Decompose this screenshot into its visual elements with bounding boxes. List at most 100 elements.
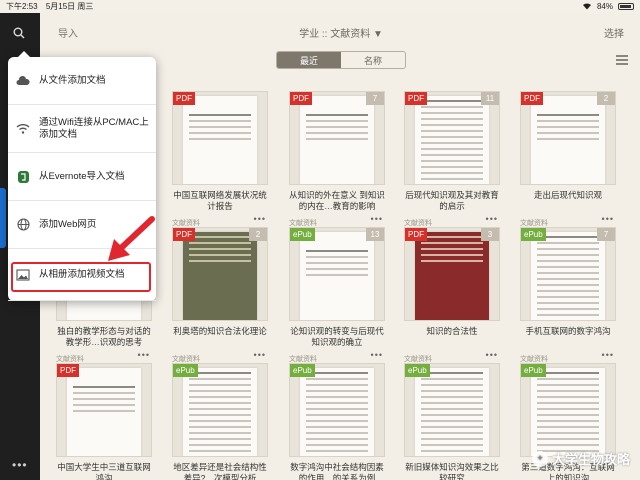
document-thumbnail[interactable]: PDF 2 [172, 227, 268, 321]
text-line [537, 372, 599, 374]
text-line [189, 384, 251, 386]
document-thumbnail[interactable]: ePub [289, 363, 385, 457]
page-preview [183, 368, 257, 456]
select-button[interactable]: 选择 [604, 25, 624, 40]
page-preview [531, 96, 605, 184]
text-line [189, 254, 251, 256]
text-line [306, 408, 368, 410]
document-card[interactable]: ePub 地区差异还是社会结构性差异?…次模型分析 [172, 363, 268, 480]
document-card[interactable]: ePub 7 手机互联网的数字鸿沟 文献资料 ••• [520, 227, 616, 363]
document-thumbnail[interactable]: PDF [172, 91, 268, 185]
document-card[interactable]: ePub 13 论知识观的转变与后现代知识观的确立 文献资料 ••• [289, 227, 385, 363]
text-line [306, 420, 368, 422]
document-card[interactable]: PDF 7 从知识的外在意义 到知识的内在…教育的影响 文献资料 ••• [289, 91, 385, 227]
text-line [189, 236, 251, 238]
document-thumbnail[interactable]: PDF 7 [289, 91, 385, 185]
text-line [421, 260, 483, 262]
menu-item-evernote[interactable]: 从Evernote导入文档 [8, 153, 156, 201]
menu-item-wifi[interactable]: 通过Wifi连接从PC/MAC上添加文档 [8, 105, 156, 153]
page-preview [415, 96, 489, 184]
text-line [189, 432, 251, 434]
text-line [73, 386, 135, 388]
page-count-badge: 2 [597, 92, 615, 105]
more-options-icon[interactable]: ••• [371, 350, 383, 360]
document-thumbnail[interactable]: ePub [172, 363, 268, 457]
sort-segmented-control: 最近 名称 [276, 51, 406, 69]
folder-title[interactable]: 学业 :: 文献资料 ▼ [299, 25, 383, 40]
document-card[interactable]: ePub 数字鸿沟中社会结构因素的作用…的关系为例 [289, 363, 385, 480]
menu-item-from-file[interactable]: 从文件添加文档 [8, 57, 156, 105]
more-icon[interactable]: ••• [12, 458, 28, 472]
text-line [421, 242, 483, 244]
document-card[interactable]: PDF 3 知识的合法性 文献资料 ••• [404, 227, 500, 363]
document-title: 利奥塔的知识合法化理论 [173, 326, 267, 336]
document-thumbnail[interactable]: PDF [56, 363, 152, 457]
top-bar: 导入 学业 :: 文献资料 ▼ 选择 [40, 13, 640, 51]
document-card[interactable]: ePub 新旧媒体知识沟效果之比较研究 [404, 363, 500, 480]
text-line [306, 274, 368, 276]
text-line [73, 398, 135, 400]
evernote-icon [16, 170, 30, 184]
document-title: 新旧媒体知识沟效果之比较研究 [405, 462, 499, 480]
more-options-icon[interactable]: ••• [371, 214, 383, 224]
text-line [421, 142, 483, 144]
text-line [421, 456, 483, 457]
text-line [189, 396, 251, 398]
text-line [537, 432, 599, 434]
more-options-icon[interactable]: ••• [254, 350, 266, 360]
text-line [421, 438, 483, 440]
text-line [421, 402, 483, 404]
text-line [421, 106, 483, 108]
document-card[interactable]: PDF 11 后现代知识观及其对教育的启示 文献资料 ••• [404, 91, 500, 227]
document-card[interactable]: PDF 中国互联网络发展状况统计报告 文献资料 ••• [172, 91, 268, 227]
menu-label: 从Evernote导入文档 [39, 170, 125, 182]
more-options-icon[interactable]: ••• [486, 350, 498, 360]
more-options-icon[interactable]: ••• [486, 214, 498, 224]
document-thumbnail[interactable]: ePub [404, 363, 500, 457]
file-type-badge: PDF [521, 92, 543, 105]
document-title: 手机互联网的数字鸿沟 [525, 326, 611, 336]
text-line [189, 132, 251, 134]
text-line [537, 444, 599, 446]
sidebar-active-indicator [0, 188, 6, 248]
document-thumbnail[interactable]: PDF 11 [404, 91, 500, 185]
text-line [537, 308, 599, 310]
document-title: 独白的教学形态与对话的教学形…识观的思考 [57, 326, 151, 347]
document-thumbnail[interactable]: PDF 3 [404, 227, 500, 321]
more-options-icon[interactable]: ••• [602, 350, 614, 360]
text-line [421, 408, 483, 410]
text-line [421, 384, 483, 386]
text-line [189, 444, 251, 446]
more-options-icon[interactable]: ••• [138, 350, 150, 360]
text-line [421, 432, 483, 434]
document-card[interactable]: PDF 2 走出后现代知识观 文献资料 ••• [520, 91, 616, 227]
document-thumbnail[interactable]: ePub 13 [289, 227, 385, 321]
document-thumbnail[interactable]: PDF 2 [520, 91, 616, 185]
import-button[interactable]: 导入 [58, 25, 78, 40]
document-card[interactable]: PDF 2 利奥塔的知识合法化理论 文献资料 ••• [172, 227, 268, 363]
text-line [306, 456, 368, 457]
text-line [537, 408, 599, 410]
text-line [537, 426, 599, 428]
text-line [537, 414, 599, 416]
page-count-badge: 13 [366, 228, 384, 241]
more-options-icon[interactable]: ••• [254, 214, 266, 224]
text-line [306, 396, 368, 398]
document-thumbnail[interactable]: ePub [520, 363, 616, 457]
list-view-icon[interactable] [616, 55, 628, 65]
search-icon[interactable] [13, 27, 25, 42]
tab-name[interactable]: 名称 [341, 52, 405, 68]
document-thumbnail[interactable]: ePub 7 [520, 227, 616, 321]
text-line [306, 138, 368, 140]
file-type-badge: PDF [57, 364, 79, 377]
menu-label: 从文件添加文档 [39, 74, 106, 86]
document-card[interactable]: PDF 中国大学生中三道互联网鸿沟 [56, 363, 152, 480]
document-title: 中国互联网络发展状况统计报告 [173, 190, 267, 211]
wifi-status-icon [582, 2, 592, 12]
text-line [537, 260, 599, 262]
menu-label: 通过Wifi连接从PC/MAC上添加文档 [39, 116, 149, 140]
text-line [189, 114, 251, 116]
text-line [537, 248, 599, 250]
more-options-icon[interactable]: ••• [602, 214, 614, 224]
tab-recent[interactable]: 最近 [277, 52, 341, 68]
